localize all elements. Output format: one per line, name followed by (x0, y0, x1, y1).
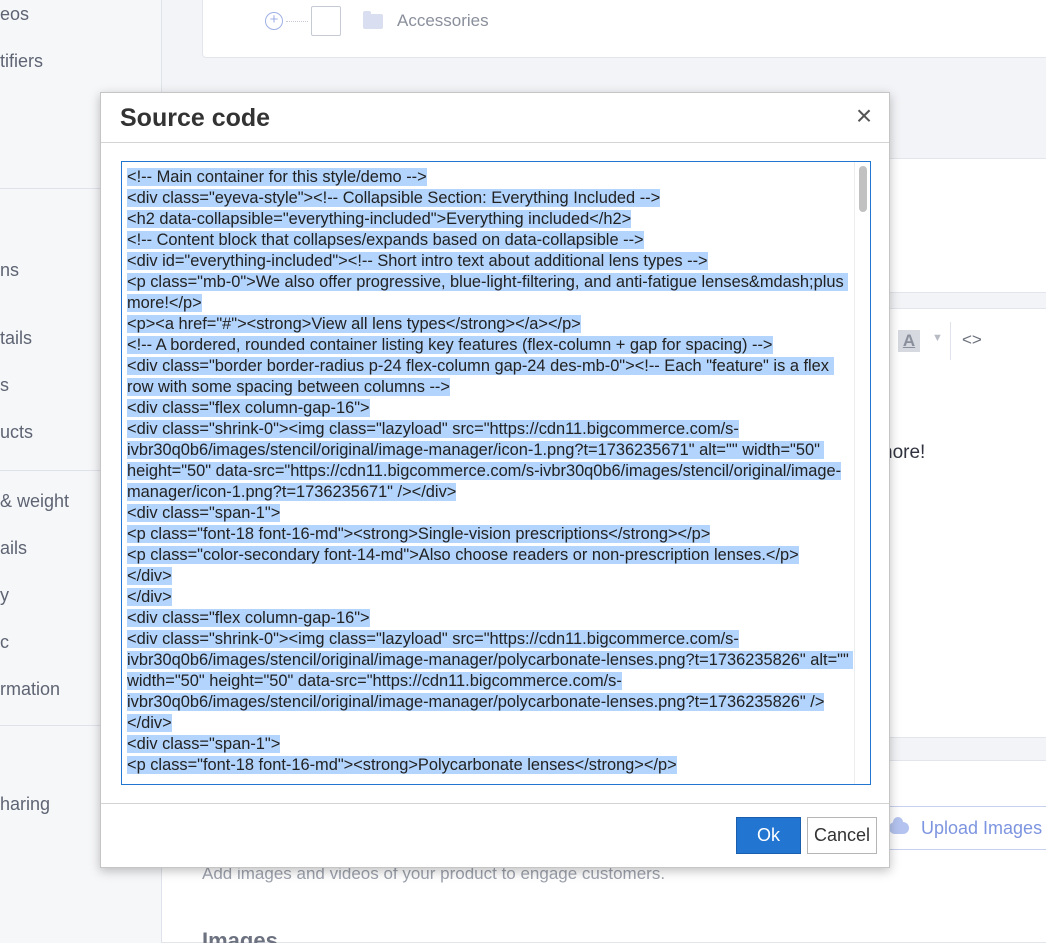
font-color-icon[interactable]: A (898, 330, 920, 352)
source-line: <div class="span-1"> (127, 735, 281, 753)
ok-button[interactable]: Ok (736, 817, 801, 854)
source-line: <div class="flex column-gap-16"> (127, 399, 370, 417)
sidebar-item-identifiers[interactable]: tifiers (0, 51, 43, 72)
source-line: <p class="color-secondary font-14-md">Al… (127, 546, 799, 564)
close-icon[interactable]: × (853, 102, 875, 130)
toolbar-divider (950, 322, 951, 360)
upload-images-label: Upload Images (921, 817, 1043, 838)
category-label: Accessories (397, 11, 489, 30)
sidebar-item-information[interactable]: rmation (0, 679, 60, 700)
source-line: <div id="everything-included"><!-- Short… (127, 252, 708, 270)
source-line: <div class="flex column-gap-16"> (127, 609, 370, 627)
sidebar-item-weight[interactable]: & weight (0, 491, 69, 512)
sidebar-item-videos[interactable]: eos (0, 4, 29, 25)
category-row: + Accessories (265, 6, 489, 36)
chevron-down-icon[interactable]: ▼ (932, 332, 943, 344)
sidebar-item-variations[interactable]: ns (0, 260, 19, 281)
source-line: <!-- Content block that collapses/expand… (127, 231, 644, 249)
dialog-header: Source code × (101, 93, 889, 143)
source-code-textarea[interactable]: <!-- Main container for this style/demo … (121, 161, 871, 785)
sidebar-item-c[interactable]: c (0, 632, 9, 653)
images-heading: Images (202, 928, 278, 943)
source-line: <p class="mb-0">We also offer progressiv… (127, 273, 849, 312)
source-line: <p class="font-18 font-16-md"><strong>Po… (127, 756, 677, 774)
expand-plus-icon[interactable]: + (265, 12, 283, 30)
tree-connector (286, 20, 308, 22)
source-code-content[interactable]: <!-- Main container for this style/demo … (127, 167, 854, 776)
source-line: </div> (127, 588, 172, 606)
categories-panel: + Accessories (202, 0, 1046, 58)
upload-images-button[interactable]: Upload Images (884, 806, 1046, 850)
sidebar-divider (0, 188, 100, 189)
source-line: <div class="shrink-0"><img class="lazylo… (127, 420, 842, 501)
source-line: <p class="font-18 font-16-md"><strong>Si… (127, 525, 711, 543)
source-line: <div class="border border-radius p-24 fl… (127, 357, 834, 396)
sidebar-item-options[interactable]: s (0, 375, 9, 396)
sidebar-item-details[interactable]: tails (0, 328, 32, 349)
folder-icon (363, 10, 383, 29)
sidebar-divider (0, 725, 100, 726)
source-line: <div class="eyeva-style"><!-- Collapsibl… (127, 189, 661, 207)
dialog-footer: Ok Cancel (101, 803, 889, 867)
dialog-title: Source code (120, 104, 271, 132)
scrollbar[interactable] (854, 162, 870, 784)
category-checkbox[interactable] (311, 6, 341, 36)
sidebar-item-sharing[interactable]: haring (0, 794, 50, 815)
cloud-upload-icon (889, 817, 909, 834)
sidebar-item-y[interactable]: y (0, 585, 9, 606)
source-line: <p><a href="#"><strong>View all lens typ… (127, 315, 581, 333)
source-line: <div class="shrink-0"><img class="lazylo… (127, 630, 854, 732)
sidebar-item-products[interactable]: ucts (0, 422, 33, 443)
source-line: <!-- Main container for this style/demo … (127, 168, 427, 186)
source-line: <div class="span-1"> (127, 504, 281, 522)
scrollbar-thumb[interactable] (859, 166, 867, 212)
source-line: <!-- A bordered, rounded container listi… (127, 336, 773, 354)
source-code-dialog: Source code × <!-- Main container for th… (100, 92, 890, 868)
source-line: </div> (127, 567, 172, 585)
source-code-icon[interactable]: <> (962, 330, 982, 350)
sidebar-divider (0, 470, 100, 471)
sidebar-item-details-2[interactable]: ails (0, 538, 27, 559)
cancel-button[interactable]: Cancel (807, 817, 877, 854)
source-line: <h2 data-collapsible="everything-include… (127, 210, 632, 228)
